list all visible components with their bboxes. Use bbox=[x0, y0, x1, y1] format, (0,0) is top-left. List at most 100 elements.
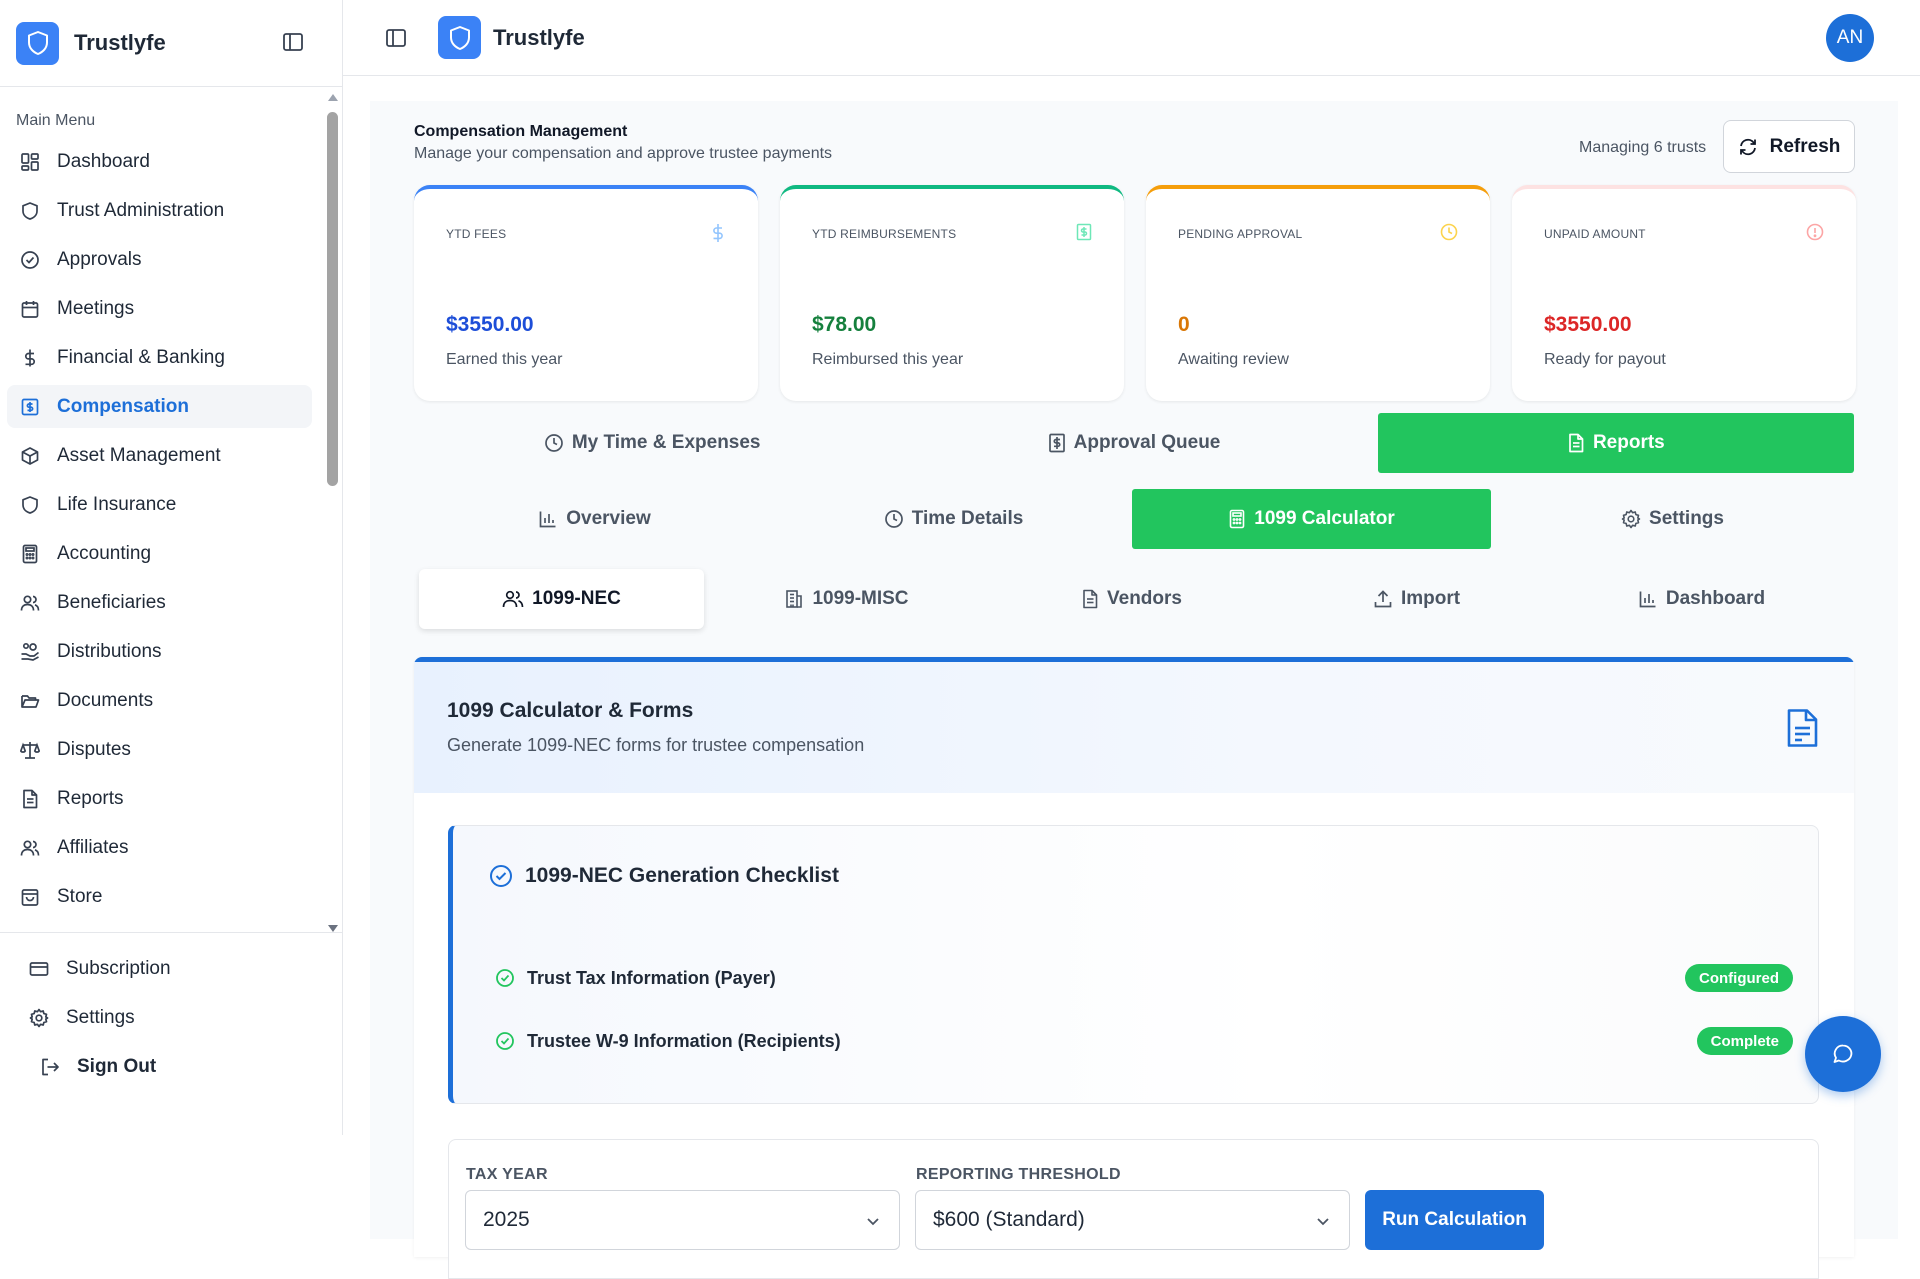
tab-dashboard[interactable]: Dashboard bbox=[1559, 569, 1844, 629]
sidebar-scrollbar[interactable] bbox=[326, 92, 340, 932]
refresh-button[interactable]: Refresh bbox=[1723, 120, 1855, 173]
sidebar-section-title: Main Menu bbox=[16, 112, 96, 129]
sidebar-item-label: Dashboard bbox=[57, 150, 150, 172]
sidebar-item-documents[interactable]: Documents bbox=[7, 679, 312, 722]
tax-year-select[interactable]: 2025 bbox=[465, 1190, 900, 1250]
sign-out-label: Sign Out bbox=[77, 1055, 157, 1077]
sidebar-collapse-icon[interactable] bbox=[282, 31, 304, 53]
tab-label: Settings bbox=[1649, 508, 1724, 529]
tab-1099-calculator[interactable]: 1099 Calculator bbox=[1132, 489, 1491, 549]
calendar-icon bbox=[19, 298, 41, 320]
sidebar-toggle-icon[interactable] bbox=[385, 27, 407, 49]
sidebar-item-label: Reports bbox=[57, 787, 124, 809]
sidebar-item-label: Compensation bbox=[57, 395, 189, 417]
grid-icon bbox=[19, 151, 41, 173]
credit-card-icon bbox=[28, 958, 50, 980]
stat-note: Reimbursed this year bbox=[812, 351, 964, 368]
checklist-title: 1099-NEC Generation Checklist bbox=[489, 864, 839, 888]
tab-settings[interactable]: Settings bbox=[1491, 489, 1854, 549]
tab-label: 1099-MISC bbox=[812, 588, 909, 609]
users-icon bbox=[19, 592, 41, 614]
file-text-icon bbox=[19, 788, 41, 810]
chat-button[interactable] bbox=[1805, 1016, 1881, 1092]
sidebar-item-compensation[interactable]: Compensation bbox=[7, 385, 312, 428]
tab-my-time-expenses[interactable]: My Time & Expenses bbox=[414, 413, 890, 473]
tab-vendors[interactable]: Vendors bbox=[989, 569, 1274, 629]
sidebar-item-meetings[interactable]: Meetings bbox=[7, 287, 312, 330]
sidebar-item-distributions[interactable]: Distributions bbox=[7, 630, 312, 673]
sidebar-header: Trustlyfe bbox=[0, 0, 342, 87]
run-calculation-button[interactable]: Run Calculation bbox=[1365, 1190, 1544, 1250]
check-circle-icon bbox=[496, 1032, 514, 1050]
folder-icon bbox=[19, 690, 41, 712]
sidebar-item-reports[interactable]: Reports bbox=[7, 777, 312, 820]
chevron-down-icon bbox=[867, 1218, 879, 1226]
tab-label: Reports bbox=[1592, 432, 1665, 453]
sidebar-item-asset-management[interactable]: Asset Management bbox=[7, 434, 312, 477]
calculator-icon bbox=[1229, 509, 1245, 529]
checklist-item-payer: Trust Tax Information (Payer) Configured bbox=[483, 954, 1793, 1002]
sidebar-item-label: Asset Management bbox=[57, 444, 221, 466]
sidebar-item-subscription[interactable]: Subscription bbox=[16, 947, 328, 990]
hand-coins-icon bbox=[19, 641, 41, 663]
page-title: Compensation Management bbox=[414, 123, 628, 140]
sidebar-item-accounting[interactable]: Accounting bbox=[7, 532, 312, 575]
reporting-threshold-select[interactable]: $600 (Standard) bbox=[915, 1190, 1350, 1250]
sidebar-item-approvals[interactable]: Approvals bbox=[7, 238, 312, 281]
scroll-thumb[interactable] bbox=[327, 112, 338, 486]
shield-icon bbox=[19, 494, 41, 516]
sidebar-item-settings[interactable]: Settings bbox=[16, 996, 328, 1039]
main-tabs: My Time & Expenses Approval Queue Report… bbox=[414, 413, 1855, 473]
check-circle-icon bbox=[19, 249, 41, 271]
tab-1099-misc[interactable]: 1099-MISC bbox=[704, 569, 989, 629]
scroll-up-arrow-icon[interactable] bbox=[328, 94, 338, 101]
bar-chart-icon bbox=[539, 511, 556, 528]
calculator-panel: 1099 Calculator & Forms Generate 1099-NE… bbox=[414, 657, 1854, 1279]
user-avatar[interactable]: AN bbox=[1826, 14, 1874, 62]
stat-note: Ready for payout bbox=[1544, 351, 1666, 368]
shopping-bag-icon bbox=[19, 886, 41, 908]
tab-label: Time Details bbox=[911, 508, 1024, 529]
tab-time-details[interactable]: Time Details bbox=[775, 489, 1132, 549]
stat-note: Earned this year bbox=[446, 351, 563, 368]
stat-card-unpaid-amount: UNPAID AMOUNT $3550.00 Ready for payout bbox=[1512, 185, 1856, 401]
building-icon bbox=[786, 590, 803, 608]
alert-circle-icon bbox=[1806, 223, 1824, 241]
sidebar-item-dashboard[interactable]: Dashboard bbox=[7, 140, 312, 183]
sidebar-item-life-insurance[interactable]: Life Insurance bbox=[7, 483, 312, 526]
sidebar-item-label: Subscription bbox=[66, 957, 171, 979]
sidebar-item-disputes[interactable]: Disputes bbox=[7, 728, 312, 771]
stat-card-pending-approval: PENDING APPROVAL 0 Awaiting review bbox=[1146, 185, 1490, 401]
report-tabs: Overview Time Details 1099 Calculator Se… bbox=[414, 489, 1854, 549]
file-text-icon bbox=[1083, 589, 1098, 609]
sidebar-item-beneficiaries[interactable]: Beneficiaries bbox=[7, 581, 312, 624]
tab-import[interactable]: Import bbox=[1274, 569, 1559, 629]
sidebar-item-label: Trust Administration bbox=[57, 199, 225, 221]
calculator-icon bbox=[19, 543, 41, 565]
managing-trusts-count: Managing 6 trusts bbox=[1579, 139, 1707, 156]
logo-shield-icon bbox=[16, 21, 59, 65]
stat-note: Awaiting review bbox=[1178, 351, 1289, 368]
sidebar-item-label: Distributions bbox=[57, 640, 162, 662]
tab-reports[interactable]: Reports bbox=[1377, 413, 1855, 473]
receipt-icon bbox=[1076, 223, 1092, 241]
sign-out-button[interactable]: Sign Out bbox=[27, 1045, 328, 1088]
tab-1099-nec[interactable]: 1099-NEC bbox=[419, 569, 704, 629]
tab-label: Overview bbox=[566, 508, 651, 529]
tab-label: Import bbox=[1400, 588, 1461, 609]
tab-approval-queue[interactable]: Approval Queue bbox=[890, 413, 1377, 473]
scroll-down-arrow-icon[interactable] bbox=[328, 925, 338, 932]
checklist-title-text: 1099-NEC Generation Checklist bbox=[525, 864, 839, 887]
tab-label: Dashboard bbox=[1665, 588, 1766, 609]
sidebar-item-label: Store bbox=[57, 885, 103, 907]
sidebar-item-trust-administration[interactable]: Trust Administration bbox=[7, 189, 312, 232]
sidebar-item-affiliates[interactable]: Affiliates bbox=[7, 826, 312, 869]
tab-overview[interactable]: Overview bbox=[414, 489, 775, 549]
sidebar-item-store[interactable]: Store bbox=[7, 875, 312, 918]
stat-label: UNPAID AMOUNT bbox=[1544, 227, 1646, 241]
tab-label: Approval Queue bbox=[1073, 432, 1221, 453]
top-bar: Trustlyfe AN bbox=[343, 0, 1920, 76]
sidebar-item-financial-banking[interactable]: Financial & Banking bbox=[7, 336, 312, 379]
generation-checklist: 1099-NEC Generation Checklist Trust Tax … bbox=[448, 825, 1819, 1104]
sidebar-item-label: Affiliates bbox=[57, 836, 129, 858]
